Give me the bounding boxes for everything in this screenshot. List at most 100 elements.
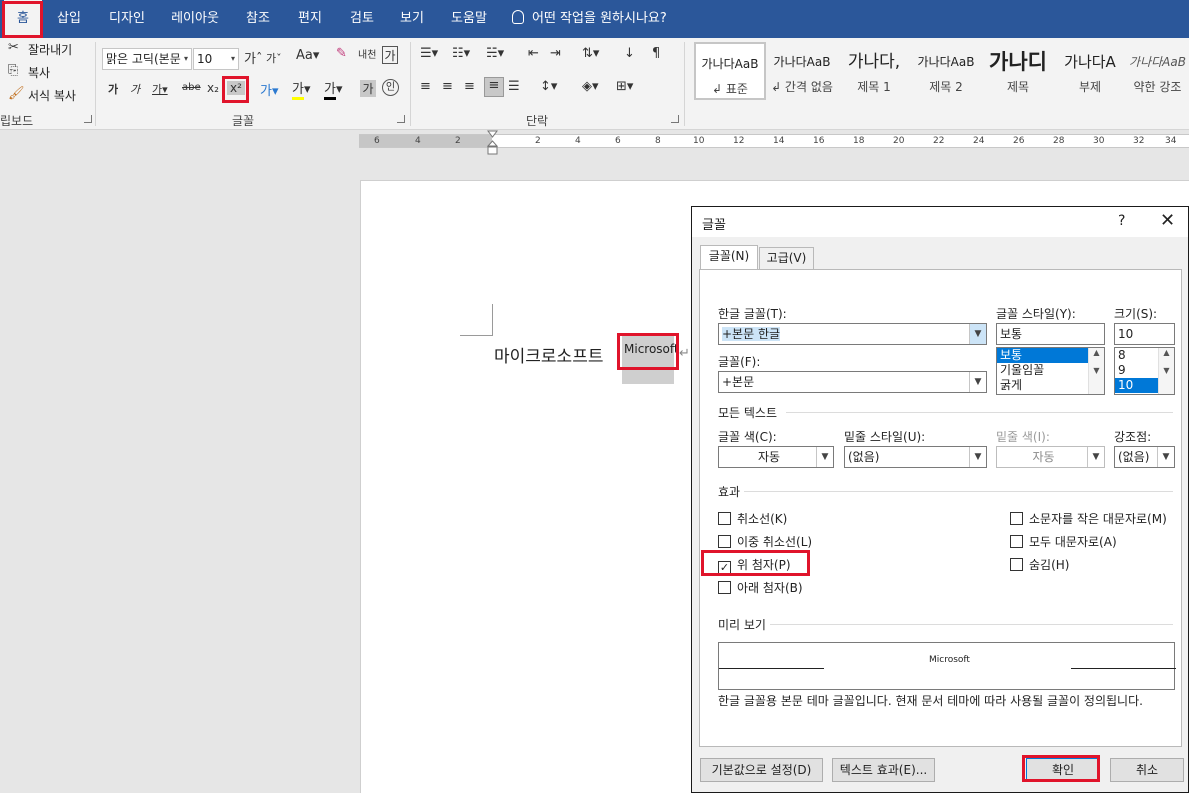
checkbox-label: 소문자를 작은 대문자로(M) bbox=[1029, 512, 1167, 526]
grow-font-icon[interactable]: 가ˆ bbox=[244, 48, 262, 67]
align-center-icon[interactable]: ≡ bbox=[442, 79, 453, 94]
hidden-checkbox[interactable]: 숨김(H) bbox=[1010, 556, 1069, 573]
tell-me-search[interactable]: 어떤 작업을 원하시나요? bbox=[512, 0, 667, 38]
tab-layout[interactable]: 레이아웃 bbox=[164, 0, 226, 38]
line-spacing-icon[interactable]: ↕▾ bbox=[540, 79, 557, 94]
text-direction-icon[interactable]: ⇅▾ bbox=[582, 46, 599, 61]
show-marks-icon[interactable]: ¶ bbox=[652, 46, 660, 61]
checkbox-icon[interactable] bbox=[718, 535, 731, 548]
chevron-down-icon[interactable]: ▼ bbox=[1157, 447, 1174, 467]
size-list[interactable]: 8 9 10 ▲ ▼ bbox=[1114, 347, 1175, 395]
align-left-icon[interactable]: ≡ bbox=[420, 79, 431, 94]
close-icon[interactable]: ✕ bbox=[1160, 210, 1175, 231]
checkbox-icon[interactable] bbox=[1010, 512, 1023, 525]
font-name-combo[interactable]: 맑은 고딕(본문 ▾ bbox=[102, 48, 192, 70]
format-painter-button[interactable]: 서식 복사 bbox=[28, 87, 76, 104]
font-field[interactable]: +본문 ▼ bbox=[718, 371, 987, 393]
horizontal-ruler[interactable]: 6 4 2 2 4 6 8 10 12 14 16 18 20 22 24 26… bbox=[359, 134, 1189, 148]
emphasis-field[interactable]: (없음) ▼ bbox=[1114, 446, 1175, 468]
underline-style-field[interactable]: (없음) ▼ bbox=[844, 446, 987, 468]
font-style-field[interactable]: 보통 bbox=[996, 323, 1105, 345]
clear-formatting-icon[interactable]: ✎ bbox=[336, 46, 347, 61]
underline-color-field[interactable]: 자동 ▼ bbox=[996, 446, 1105, 468]
tab-design[interactable]: 디자인 bbox=[102, 0, 152, 38]
change-case-icon[interactable]: Aa▾ bbox=[296, 48, 319, 63]
tab-references[interactable]: 참조 bbox=[238, 0, 278, 38]
strikethrough-icon[interactable]: abe bbox=[182, 82, 201, 93]
checkbox-icon[interactable] bbox=[718, 581, 731, 594]
chevron-down-icon[interactable]: ▼ bbox=[969, 324, 986, 344]
style-title[interactable]: 가나디 제목 bbox=[982, 42, 1054, 100]
distributed-icon[interactable]: ☰ bbox=[508, 79, 520, 94]
help-icon[interactable]: ? bbox=[1118, 213, 1125, 229]
clipboard-launcher[interactable] bbox=[84, 115, 92, 123]
tab-insert[interactable]: 삽입 bbox=[48, 0, 90, 38]
shrink-font-icon[interactable]: 가ˇ bbox=[266, 50, 282, 66]
size-field[interactable]: 10 bbox=[1114, 323, 1175, 345]
text-effects-button[interactable]: 텍스트 효과(E)... bbox=[832, 758, 935, 782]
chevron-down-icon[interactable]: ▼ bbox=[969, 447, 986, 467]
subscript-icon[interactable]: x₂ bbox=[207, 81, 219, 95]
style-normal[interactable]: 가나다AaB ↲ 표준 bbox=[694, 42, 766, 100]
tell-me-text: 어떤 작업을 원하시나요? bbox=[532, 11, 667, 26]
scrollbar[interactable]: ▲ ▼ bbox=[1088, 348, 1104, 394]
checkbox-icon[interactable] bbox=[718, 512, 731, 525]
strikethrough-checkbox[interactable]: 취소선(K) bbox=[718, 510, 787, 527]
numbering-icon[interactable]: ☷▾ bbox=[452, 46, 470, 61]
multilevel-list-icon[interactable]: ☵▾ bbox=[486, 46, 504, 61]
text-effects-icon[interactable]: 가▾ bbox=[260, 80, 279, 99]
style-heading2[interactable]: 가나다AaB 제목 2 bbox=[910, 42, 982, 100]
paragraph-launcher[interactable] bbox=[671, 115, 679, 123]
font-size-combo[interactable]: 10 ▾ bbox=[193, 48, 239, 70]
indent-marker-icon[interactable] bbox=[487, 130, 498, 156]
style-heading1[interactable]: 가나다, 제목 1 bbox=[838, 42, 910, 100]
chevron-down-icon[interactable]: ▼ bbox=[816, 447, 833, 467]
margin-mark bbox=[460, 335, 493, 336]
korean-font-field[interactable]: +본문 한글 ▼ bbox=[718, 323, 987, 345]
style-subtitle[interactable]: 가나다A 부제 bbox=[1054, 42, 1126, 100]
checkbox-icon[interactable] bbox=[1010, 535, 1023, 548]
phonetic-guide-icon[interactable]: 내천 bbox=[358, 46, 376, 61]
shading-icon[interactable]: ◈▾ bbox=[582, 79, 599, 94]
font-color-field[interactable]: 자동 ▼ bbox=[718, 446, 834, 468]
all-caps-checkbox[interactable]: 모두 대문자로(A) bbox=[1010, 533, 1117, 550]
bullets-icon[interactable]: ☰▾ bbox=[420, 46, 438, 61]
increase-indent-icon[interactable]: ⇥ bbox=[550, 46, 561, 61]
copy-button[interactable]: 복사 bbox=[28, 64, 50, 81]
enclose-characters-icon[interactable]: 인 bbox=[382, 79, 399, 96]
highlight-color-icon[interactable]: 가▾ bbox=[292, 78, 311, 100]
style-subtle-emphasis[interactable]: 가나다AaB 약한 강조 bbox=[1126, 42, 1189, 100]
tab-view[interactable]: 보기 bbox=[392, 0, 432, 38]
small-caps-checkbox[interactable]: 소문자를 작은 대문자로(M) bbox=[1010, 510, 1167, 527]
tab-advanced[interactable]: 고급(V) bbox=[759, 247, 814, 270]
subscript-checkbox[interactable]: 아래 첨자(B) bbox=[718, 579, 803, 596]
font-launcher[interactable] bbox=[397, 115, 405, 123]
justify-icon[interactable]: ≡ bbox=[484, 77, 504, 97]
tab-review[interactable]: 검토 bbox=[342, 0, 382, 38]
character-border-icon[interactable]: 가 bbox=[382, 46, 398, 64]
cancel-button[interactable]: 취소 bbox=[1110, 758, 1184, 782]
chevron-down-icon[interactable]: ▼ bbox=[969, 372, 986, 392]
double-strikethrough-checkbox[interactable]: 이중 취소선(L) bbox=[718, 533, 812, 550]
decrease-indent-icon[interactable]: ⇤ bbox=[528, 46, 539, 61]
checkbox-icon[interactable] bbox=[1010, 558, 1023, 571]
italic-icon[interactable]: 가 bbox=[130, 81, 140, 97]
chevron-down-icon[interactable]: ▼ bbox=[1087, 447, 1104, 467]
tab-mailings[interactable]: 편지 bbox=[290, 0, 330, 38]
bold-icon[interactable]: 가 bbox=[108, 81, 118, 97]
tab-help[interactable]: 도움말 bbox=[444, 0, 494, 38]
borders-icon[interactable]: ⊞▾ bbox=[616, 79, 633, 94]
scrollbar[interactable]: ▲ ▼ bbox=[1158, 348, 1174, 394]
character-shading-icon[interactable]: 가 bbox=[360, 80, 376, 97]
align-right-icon[interactable]: ≡ bbox=[464, 79, 475, 94]
cut-button[interactable]: 잘라내기 bbox=[28, 41, 72, 58]
tab-font[interactable]: 글꼴(N) bbox=[700, 245, 758, 270]
sort-icon[interactable]: ↓ bbox=[624, 46, 635, 61]
underline-icon[interactable]: 가▾ bbox=[152, 81, 168, 97]
font-color-icon[interactable]: 가▾ bbox=[324, 78, 343, 100]
document-text[interactable]: 마이크로소프트 bbox=[494, 342, 603, 367]
set-default-button[interactable]: 기본값으로 설정(D) bbox=[700, 758, 823, 782]
font-style-list[interactable]: 보통 기울임꼴 굵게 ▲ ▼ bbox=[996, 347, 1105, 395]
style-no-spacing[interactable]: 가나다AaB ↲ 간격 없음 bbox=[766, 42, 838, 100]
ruler-number: 32 bbox=[1133, 136, 1145, 146]
